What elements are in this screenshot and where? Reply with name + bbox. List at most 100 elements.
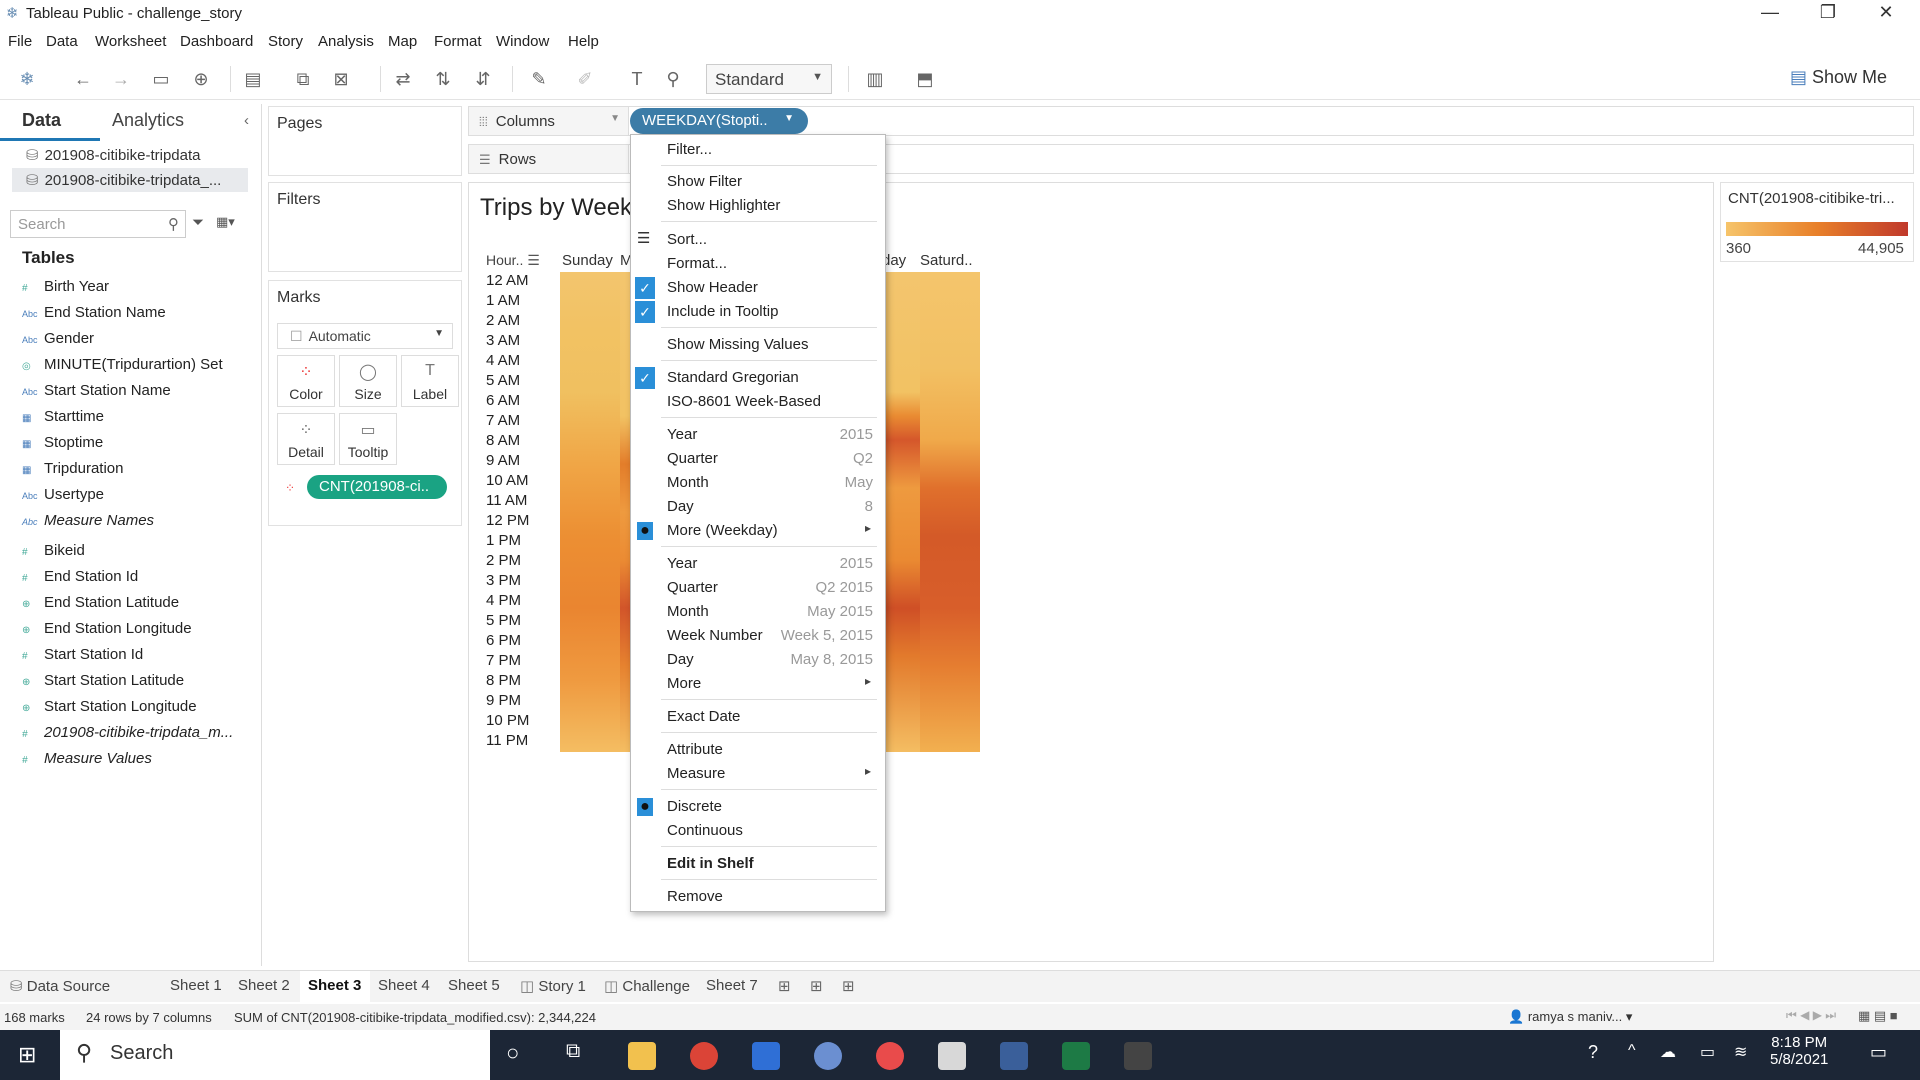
hour-label[interactable]: 1 AM (486, 292, 520, 309)
duplicate-sheet-icon[interactable]: ⧉ (292, 68, 314, 90)
new-worksheet-icon[interactable]: ⊞ (778, 977, 791, 995)
menu-filter[interactable]: Filter... (631, 139, 885, 161)
menu-date-value-week[interactable]: Week Number Week 5, 2015 (631, 625, 885, 647)
show-me-button[interactable]: ▤ Show Me (1790, 67, 1887, 88)
clear-sheet-icon[interactable]: ⊠ (330, 68, 352, 90)
field-item[interactable]: ▦ Starttime (22, 408, 104, 425)
new-story-icon[interactable]: ⊞ (842, 977, 855, 995)
hour-label[interactable]: 2 PM (486, 552, 521, 569)
field-item[interactable]: # Bikeid (22, 542, 85, 559)
hour-label[interactable]: 7 PM (486, 652, 521, 669)
hour-label[interactable]: 3 AM (486, 332, 520, 349)
sort-icon[interactable]: ☰ (527, 252, 540, 268)
tab-challenge[interactable]: ◫ Challenge (604, 977, 690, 995)
terminal-icon[interactable] (1124, 1042, 1152, 1070)
menu-measure[interactable]: Measure ▸ (631, 763, 885, 785)
menu-format[interactable]: Format... (631, 253, 885, 275)
show-labels-icon[interactable]: T (626, 68, 648, 90)
color-button[interactable]: ⁘ Color (277, 355, 335, 407)
menu-analysis[interactable]: Analysis (318, 33, 374, 50)
field-item[interactable]: # Birth Year (22, 278, 109, 295)
tab-sheet5[interactable]: Sheet 5 (448, 977, 500, 994)
menu-attribute[interactable]: Attribute (631, 739, 885, 761)
label-button[interactable]: T Label (401, 355, 459, 407)
tableau-home-icon[interactable]: ❄ (16, 68, 38, 90)
field-item[interactable]: ⊕ Start Station Longitude (22, 698, 197, 715)
taskbar-search[interactable]: ⚲ Search (60, 1030, 490, 1080)
hour-label[interactable]: 6 AM (486, 392, 520, 409)
cnt-measure-pill[interactable]: CNT(201908-ci.. (307, 475, 447, 499)
pin-axes-icon[interactable]: ⚲ (662, 68, 684, 90)
menu-iso-week[interactable]: ISO-8601 Week-Based (631, 391, 885, 413)
field-item[interactable]: #201908-citibike-tripdata_m... (22, 724, 233, 741)
mark-type-select[interactable]: ☐ Automatic ▼ (277, 323, 453, 349)
notifications-icon[interactable]: ▭ (1870, 1042, 1887, 1063)
pages-card[interactable]: Pages (268, 106, 462, 176)
close-button[interactable]: ✕ (1866, 2, 1906, 23)
search-input[interactable]: Search ⚲ (10, 210, 186, 238)
hour-label[interactable]: 4 AM (486, 352, 520, 369)
windows-start-icon[interactable]: ⊞ (18, 1042, 36, 1068)
hour-label[interactable]: 6 PM (486, 632, 521, 649)
photos-icon[interactable] (752, 1042, 780, 1070)
hour-header[interactable]: Hour.. ☰ (486, 252, 540, 269)
user-menu[interactable]: 👤 ramya s maniv... ▾ (1508, 1009, 1632, 1025)
excel-icon[interactable] (1062, 1042, 1090, 1070)
help-icon[interactable]: ? (1588, 1042, 1598, 1063)
menu-remove[interactable]: Remove (631, 886, 885, 908)
show-cards-icon[interactable]: ▥ (864, 68, 886, 90)
system-clock[interactable]: 8:18 PM 5/8/2021 (1770, 1034, 1828, 1068)
tab-sheet1[interactable]: Sheet 1 (170, 977, 222, 994)
group-icon[interactable]: ✐ (574, 68, 596, 90)
menu-dashboard[interactable]: Dashboard (180, 33, 253, 50)
highlight-icon[interactable]: ✎ (528, 68, 550, 90)
hour-label[interactable]: 12 AM (486, 272, 529, 289)
onedrive-icon[interactable]: ☁ (1660, 1042, 1676, 1062)
tab-sheet2[interactable]: Sheet 2 (238, 977, 290, 994)
view-options-icon[interactable]: ▦▾ (216, 214, 235, 230)
tableau-taskbar-icon[interactable] (1000, 1042, 1028, 1070)
menu-date-part-quarter[interactable]: Quarter Q2 (631, 448, 885, 470)
new-dashboard-icon[interactable]: ⊞ (810, 977, 823, 995)
hour-label[interactable]: 11 AM (486, 492, 527, 509)
field-item[interactable]: Abc Start Station Name (22, 382, 171, 399)
hour-label[interactable]: 10 PM (486, 712, 529, 729)
field-item[interactable]: # Measure Values (22, 750, 152, 767)
menu-format[interactable]: Format (434, 33, 482, 50)
tab-navigation-icons[interactable]: ⏮ ◀ ▶ ⏭ (1786, 1008, 1836, 1023)
field-item[interactable]: Abc Measure Names (22, 512, 154, 529)
menu-date-value-day[interactable]: Day May 8, 2015 (631, 649, 885, 671)
menu-date-value-quarter[interactable]: Quarter Q2 2015 (631, 577, 885, 599)
tab-sheet4[interactable]: Sheet 4 (378, 977, 430, 994)
tab-data[interactable]: Data (22, 110, 61, 131)
menu-map[interactable]: Map (388, 33, 417, 50)
presentation-mode-icon[interactable]: ⬒ (914, 68, 936, 90)
filters-card[interactable]: Filters (268, 182, 462, 272)
field-item[interactable]: # End Station Id (22, 568, 138, 585)
hour-label[interactable]: 9 AM (486, 452, 520, 469)
hour-label[interactable]: 10 AM (486, 472, 529, 489)
hour-label[interactable]: 2 AM (486, 312, 520, 329)
restore-button[interactable]: ❐ (1808, 2, 1848, 23)
menu-continuous[interactable]: Continuous (631, 820, 885, 842)
menu-more[interactable]: More ▸ (631, 673, 885, 695)
field-item[interactable]: ⊕ Start Station Latitude (22, 672, 184, 689)
field-item[interactable]: ⊕ End Station Longitude (22, 620, 192, 637)
minimize-button[interactable]: — (1750, 2, 1790, 23)
swap-rows-columns-icon[interactable]: ⇄ (392, 68, 414, 90)
field-item[interactable]: ⊕ End Station Latitude (22, 594, 179, 611)
file-explorer-icon[interactable] (628, 1042, 656, 1070)
menu-date-part-year[interactable]: Year 2015 (631, 424, 885, 446)
redo-icon[interactable]: → (110, 68, 132, 90)
menu-help[interactable]: Help (568, 33, 599, 50)
battery-icon[interactable]: ▭ (1700, 1042, 1715, 1062)
hour-label[interactable]: 5 PM (486, 612, 521, 629)
size-button[interactable]: ◯ Size (339, 355, 397, 407)
fit-select[interactable]: Standard ▼ (706, 64, 832, 94)
sort-ascending-icon[interactable]: ⇅ (432, 68, 454, 90)
hour-label[interactable]: 9 PM (486, 692, 521, 709)
slack-icon[interactable] (876, 1042, 904, 1070)
collapse-pane-icon[interactable]: ‹ (244, 112, 249, 129)
menu-date-value-month[interactable]: Month May 2015 (631, 601, 885, 623)
menu-worksheet[interactable]: Worksheet (95, 33, 166, 50)
